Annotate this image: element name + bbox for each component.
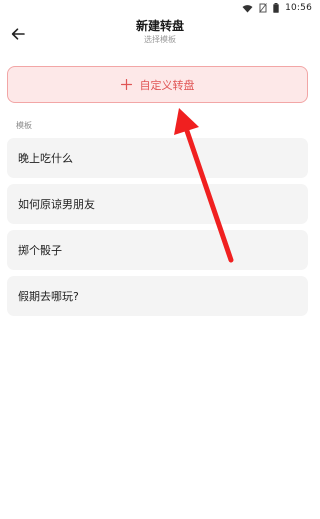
no-sim-icon bbox=[259, 3, 267, 13]
template-list: 晚上吃什么 如何原谅男朋友 掷个骰子 假期去哪玩? bbox=[7, 138, 308, 322]
battery-icon bbox=[273, 3, 279, 13]
page-subtitle: 选择模板 bbox=[144, 35, 176, 44]
page-title: 新建转盘 bbox=[135, 19, 184, 33]
wifi-icon bbox=[242, 4, 253, 13]
plus-icon bbox=[120, 79, 132, 90]
title-block: 新建转盘 选择模板 bbox=[0, 18, 320, 45]
custom-wheel-button[interactable]: 自定义转盘 bbox=[7, 66, 308, 103]
template-item-vacation[interactable]: 假期去哪玩? bbox=[7, 276, 308, 316]
custom-wheel-label: 自定义转盘 bbox=[139, 78, 195, 92]
status-time: 10:56 bbox=[285, 3, 312, 13]
status-bar: 10:56 bbox=[0, 0, 320, 16]
template-item-dinner[interactable]: 晚上吃什么 bbox=[7, 138, 308, 178]
header: 新建转盘 选择模板 bbox=[0, 16, 320, 52]
templates-section-label: 模板 bbox=[16, 121, 32, 130]
template-item-forgive-boyfriend[interactable]: 如何原谅男朋友 bbox=[7, 184, 308, 224]
template-item-roll-dice[interactable]: 掷个骰子 bbox=[7, 230, 308, 270]
